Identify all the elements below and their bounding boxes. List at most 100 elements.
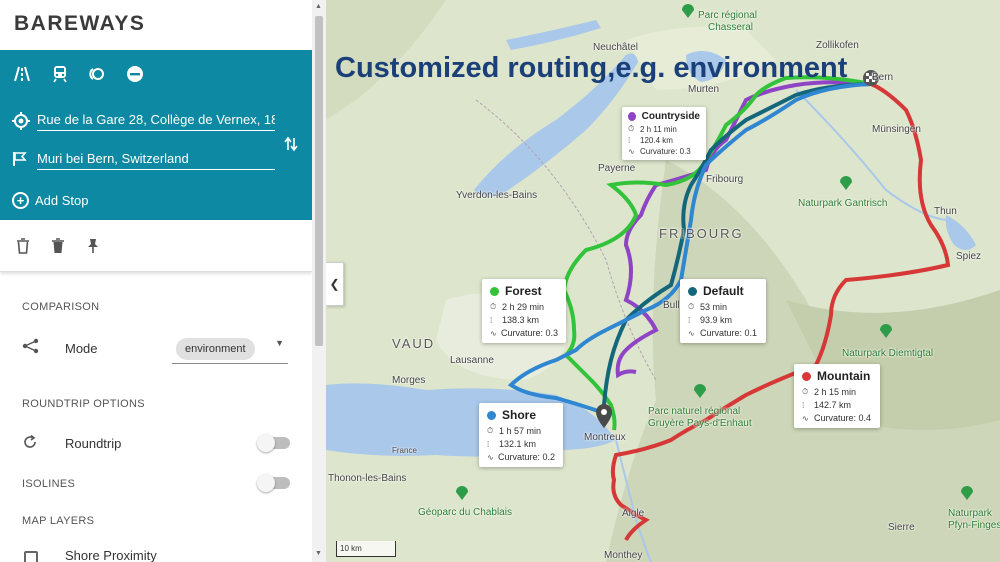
- scroll-thumb[interactable]: [315, 16, 323, 346]
- map-label-lausanne: Lausanne: [450, 355, 494, 366]
- route-card-countryside[interactable]: Countryside ⏱ 2 h 11 min ⁞ 120.4 km ∿ Curva…: [622, 107, 706, 160]
- map-label-pfyn-1: Naturpark: [948, 508, 992, 519]
- route-dot-icon: [628, 112, 636, 121]
- map-label-france: France: [392, 446, 417, 455]
- scroll-down-icon[interactable]: ▼: [315, 550, 322, 557]
- map-label-fribourg-city: Fribourg: [706, 174, 744, 185]
- loop-icon[interactable]: [86, 64, 108, 84]
- route-name: Forest: [505, 284, 542, 298]
- map-label-aigle: Aigle: [622, 508, 645, 519]
- start-input[interactable]: [37, 109, 275, 131]
- avoid-icon[interactable]: [124, 64, 146, 84]
- map-label-pfyn-2: Pfyn-Finges: [948, 520, 1000, 531]
- map-label-spiez: Spiez: [956, 251, 982, 262]
- map-label-thun: Thun: [934, 206, 957, 217]
- swap-icon[interactable]: [284, 136, 298, 155]
- add-stop-label: Add Stop: [35, 193, 89, 208]
- map-view[interactable]: ❮ Neuchâtel Parc régional Chasseral Zoll…: [326, 0, 1000, 562]
- route-panel: + Add Stop: [0, 50, 312, 220]
- mode-chip: environment: [176, 338, 255, 360]
- route-time: 2 h 11 min: [640, 124, 677, 134]
- isolines-toggle[interactable]: [257, 474, 290, 492]
- route-card-mountain[interactable]: Mountain ⏱ 2 h 15 min ⁞ 142.7 km ∿ Curvatur…: [794, 364, 880, 428]
- map-label-parc-chasseral: Parc régional: [698, 10, 757, 21]
- refresh-icon: [22, 434, 38, 454]
- my-location-icon: [12, 112, 30, 135]
- route-card-default[interactable]: Default ⏱ 53 min ⁞ 93.9 km ∿ Curvature: 0.1: [680, 279, 766, 343]
- footprint-icon: ⁞: [490, 315, 493, 325]
- delete-icon[interactable]: [49, 236, 67, 256]
- curvature-icon: ∿: [802, 413, 809, 423]
- route-distance: 93.9 km: [700, 315, 733, 325]
- route-curvature: Curvature: 0.3: [500, 328, 558, 338]
- map-label-gantrisch: Naturpark Gantrisch: [798, 198, 888, 209]
- curvature-icon: ∿: [628, 147, 635, 156]
- route-dot-icon: [487, 410, 496, 420]
- map-label-vaud-region: VAUD: [392, 336, 436, 351]
- map-label-gruyere-2: Gruyère Pays-d'Enhaut: [648, 418, 752, 429]
- map-label-sierre: Sierre: [888, 522, 915, 533]
- route-curvature: Curvature: 0.1: [700, 328, 758, 338]
- route-curvature: Curvature: 0.4: [814, 413, 872, 423]
- curvature-icon: ∿: [490, 328, 497, 338]
- headline: Customized routing,e.g. environment: [335, 52, 848, 84]
- route-time: 1 h 57 min: [499, 426, 542, 436]
- footprint-icon: ⁞: [628, 136, 631, 145]
- map-label-yverdon: Yverdon-les-Bains: [456, 190, 538, 201]
- map-label-zollikofen: Zollikofen: [816, 40, 859, 51]
- footprint-icon: ⁞: [487, 439, 490, 449]
- route-card-shore[interactable]: Shore ⏱ 1 h 57 min ⁞ 132.1 km ∿ Curvature: …: [479, 403, 563, 467]
- map-label-montreux: Montreux: [584, 432, 626, 443]
- shore-proximity-checkbox[interactable]: [24, 551, 38, 562]
- route-curvature: Curvature: 0.2: [497, 452, 555, 462]
- comparison-section-title: COMPARISON: [22, 301, 100, 313]
- map-label-murten: Murten: [688, 84, 720, 95]
- map-label-fribourg-region: FRIBOURG: [659, 226, 744, 241]
- route-name: Shore: [502, 408, 537, 422]
- highway-icon[interactable]: [11, 64, 33, 84]
- scroll-up-icon[interactable]: ▲: [315, 3, 322, 10]
- map-label-diemtigtal: Naturpark Diemtigtal: [842, 348, 934, 359]
- toggle-knob: [257, 474, 275, 492]
- mode-label: Mode: [65, 341, 98, 356]
- map-label-monthey: Monthey: [604, 550, 643, 561]
- route-curvature: Curvature: 0.3: [640, 147, 691, 156]
- mode-select[interactable]: environment ▼: [172, 334, 288, 364]
- curvature-icon: ∿: [688, 328, 695, 338]
- collapse-sidebar-button[interactable]: ❮: [326, 262, 344, 306]
- footprint-icon: ⁞: [802, 400, 805, 410]
- sidebar-scrollbar[interactable]: ▲ ▼: [312, 0, 326, 562]
- toggle-knob: [257, 434, 275, 452]
- map-label-gruyere-1: Parc naturel régional: [648, 406, 741, 417]
- map-label-munsingen: Münsingen: [872, 124, 921, 135]
- route-card-forest[interactable]: Forest ⏱ 2 h 29 min ⁞ 138.3 km ∿ Curvature:…: [482, 279, 566, 343]
- route-dot-icon: [688, 286, 697, 296]
- chevron-left-icon: ❮: [329, 277, 340, 291]
- toolbar: [0, 220, 312, 272]
- share-icon: [22, 338, 40, 358]
- shore-proximity-label: Shore Proximity: [65, 548, 157, 562]
- roundtrip-label: Roundtrip: [65, 436, 122, 451]
- add-stop-button[interactable]: + Add Stop: [12, 192, 89, 209]
- roundtrip-toggle[interactable]: [257, 434, 290, 452]
- route-distance: 132.1 km: [499, 439, 537, 449]
- clock-icon: ⏱: [490, 302, 497, 311]
- route-dot-icon: [802, 371, 811, 381]
- route-time: 53 min: [700, 302, 728, 312]
- train-icon[interactable]: [49, 64, 71, 84]
- clock-icon: ⏱: [628, 124, 635, 133]
- route-distance: 138.3 km: [502, 315, 540, 325]
- route-distance: 120.4 km: [640, 136, 673, 145]
- roundtrip-section-title: ROUNDTRIP OPTIONS: [22, 398, 145, 410]
- clock-icon: ⏱: [487, 426, 494, 435]
- pin-icon[interactable]: [84, 236, 102, 256]
- route-dot-icon: [490, 286, 499, 296]
- clock-icon: ⏱: [802, 387, 809, 396]
- destination-input[interactable]: [37, 148, 275, 170]
- footprint-icon: ⁞: [688, 315, 691, 325]
- delete-outline-icon[interactable]: [14, 236, 32, 256]
- dropdown-arrow-icon: ▼: [275, 338, 284, 348]
- route-name: Mountain: [817, 369, 871, 383]
- route-time: 2 h 29 min: [502, 302, 545, 312]
- flag-icon: [12, 151, 28, 172]
